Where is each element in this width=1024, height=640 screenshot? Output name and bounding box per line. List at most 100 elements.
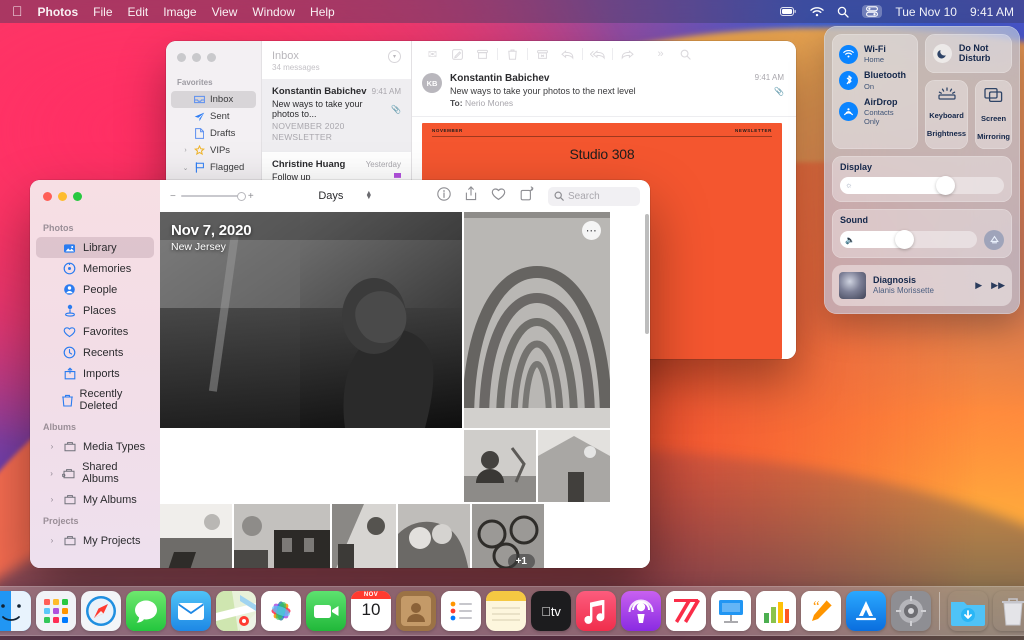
scrollbar[interactable]	[645, 214, 649, 334]
dock-item-app-store[interactable]	[846, 591, 886, 631]
dock-item-calendar[interactable]: NOV 10	[351, 591, 391, 631]
zoom-track[interactable]	[180, 191, 246, 201]
share-icon[interactable]	[465, 186, 477, 206]
sidebar-item-people[interactable]: People	[36, 279, 154, 300]
sidebar-item-my-albums[interactable]: › My Albums	[36, 489, 154, 510]
dock-item-pages[interactable]: “	[801, 591, 841, 631]
now-playing-card[interactable]: Diagnosis Alanis Morissette ▶ ▶▶	[832, 264, 1012, 306]
screen-mirroring-tile[interactable]: Screen Mirroring	[975, 79, 1012, 149]
photo-cell[interactable]	[332, 504, 396, 568]
chevron-updown-icon[interactable]: ▲ ▼	[365, 190, 372, 201]
zoom-button[interactable]	[207, 53, 216, 62]
wifi-toggle[interactable]: Wi-Fi Home	[839, 41, 911, 67]
sound-slider-knob[interactable]	[894, 230, 914, 250]
menu-item-help[interactable]: Help	[310, 5, 335, 19]
dock-item-downloads[interactable]	[948, 591, 988, 631]
sidebar-item-my-projects[interactable]: › My Projects	[36, 530, 154, 551]
photo-cell[interactable]	[160, 504, 232, 568]
dock-item-notes[interactable]	[486, 591, 526, 631]
wifi-icon[interactable]	[810, 6, 825, 17]
zoom-slider[interactable]: − +	[170, 191, 254, 202]
more-icon[interactable]: »	[648, 44, 673, 64]
menu-item-image[interactable]: Image	[163, 5, 196, 19]
dock-item-news[interactable]	[666, 591, 706, 631]
play-icon[interactable]: ▶	[975, 280, 982, 291]
twisty-icon[interactable]: ⌄	[182, 164, 189, 172]
photos-window[interactable]: Photos Library Memories People Places Fa…	[30, 180, 650, 568]
menu-item-photos[interactable]: Photos	[38, 5, 79, 19]
apple-logo-icon[interactable]: 	[12, 4, 23, 18]
sidebar-item-library[interactable]: Library	[36, 237, 154, 258]
dock-item-podcasts[interactable]	[621, 591, 661, 631]
photo-cell[interactable]: Nov 7, 2020 New Jersey	[160, 212, 462, 428]
mail-sidebar-item-inbox[interactable]: Inbox	[171, 91, 256, 108]
paperclip-icon[interactable]: 📎	[755, 87, 784, 96]
photo-cell[interactable]	[464, 430, 536, 502]
dock-item-contacts[interactable]	[396, 591, 436, 631]
mail-window-controls[interactable]	[166, 49, 261, 76]
heart-icon[interactable]	[491, 187, 506, 206]
control-center[interactable]: Wi-Fi Home Bluetooth On AirDrop Contacts…	[824, 26, 1020, 314]
do-not-disturb-toggle[interactable]: Do Not Disturb	[924, 34, 1012, 73]
zoom-out-label[interactable]: −	[170, 191, 176, 202]
dock-item-numbers[interactable]	[756, 591, 796, 631]
dock-item-music[interactable]	[576, 591, 616, 631]
sidebar-item-recents[interactable]: Recents	[36, 342, 154, 363]
sidebar-item-memories[interactable]: Memories	[36, 258, 154, 279]
dock-item-trash[interactable]	[993, 591, 1024, 631]
search-icon[interactable]	[673, 44, 698, 64]
dock-item-keynote[interactable]	[711, 591, 751, 631]
display-slider-knob[interactable]	[935, 175, 955, 195]
dock-item-safari[interactable]	[81, 591, 121, 631]
minimize-button[interactable]	[192, 53, 201, 62]
forward-icon[interactable]	[615, 44, 640, 64]
search-icon[interactable]	[837, 6, 850, 18]
menu-item-file[interactable]: File	[93, 5, 112, 19]
zoom-knob[interactable]	[236, 191, 246, 201]
display-brightness-slider[interactable]: ☼	[840, 175, 1004, 195]
menu-bar-time[interactable]: 9:41 AM	[970, 5, 1014, 19]
battery-icon[interactable]	[780, 7, 797, 16]
info-icon[interactable]	[437, 186, 451, 206]
photo-cell[interactable]: ⋯	[464, 212, 610, 428]
close-button[interactable]	[177, 53, 186, 62]
minimize-button[interactable]	[58, 192, 67, 201]
close-button[interactable]	[43, 192, 52, 201]
control-center-icon[interactable]	[862, 5, 883, 18]
photo-cell[interactable]	[398, 504, 470, 568]
menu-item-window[interactable]: Window	[252, 5, 295, 19]
dock-item-messages[interactable]	[126, 591, 166, 631]
more-icon[interactable]: ⋯	[582, 221, 601, 240]
photos-grid[interactable]: Nov 7, 2020 New Jersey ⋯ +1	[160, 212, 650, 568]
photo-cell[interactable]: +1	[472, 504, 544, 568]
sidebar-item-imports[interactable]: Imports	[36, 363, 154, 384]
twisty-icon[interactable]: ›	[48, 442, 56, 451]
search-input[interactable]: Search	[548, 186, 640, 206]
airplay-audio-icon[interactable]	[984, 229, 1004, 250]
rotate-icon[interactable]	[520, 186, 534, 206]
twisty-icon[interactable]: ›	[48, 536, 56, 545]
dock-item-system-preferences[interactable]	[891, 591, 931, 631]
sidebar-item-shared-albums[interactable]: › Shared Albums	[36, 457, 154, 489]
mail-sidebar-item-vips[interactable]: › VIPs	[171, 142, 256, 159]
sound-volume-slider[interactable]: 🔈	[840, 230, 977, 250]
sidebar-item-recently-deleted[interactable]: Recently Deleted	[36, 384, 154, 416]
photo-cell[interactable]	[234, 504, 330, 568]
twisty-icon[interactable]: ›	[48, 495, 56, 504]
airdrop-toggle[interactable]: AirDrop Contacts Only	[839, 94, 911, 129]
mail-list-item[interactable]: Konstantin Babichev 9:41 AM New ways to …	[262, 79, 411, 152]
dock-item-finder[interactable]	[0, 591, 31, 631]
sidebar-item-places[interactable]: Places	[36, 300, 154, 321]
view-mode-popup[interactable]: Days ▲ ▼	[318, 190, 372, 202]
menu-item-view[interactable]: View	[212, 5, 238, 19]
photos-window-controls[interactable]	[30, 190, 160, 217]
zoom-button[interactable]	[73, 192, 82, 201]
menu-bar-date[interactable]: Tue Nov 10	[895, 5, 957, 19]
junk-icon[interactable]	[530, 44, 555, 64]
mail-sidebar-item-drafts[interactable]: Drafts	[171, 125, 256, 142]
d\u006fck-item-tv[interactable]: tv	[531, 591, 571, 631]
dock-item-reminders[interactable]	[441, 591, 481, 631]
photo-overflow-badge[interactable]: +1	[507, 554, 535, 568]
filter-icon[interactable]: ▾	[388, 50, 401, 63]
delete-icon[interactable]	[500, 44, 525, 64]
